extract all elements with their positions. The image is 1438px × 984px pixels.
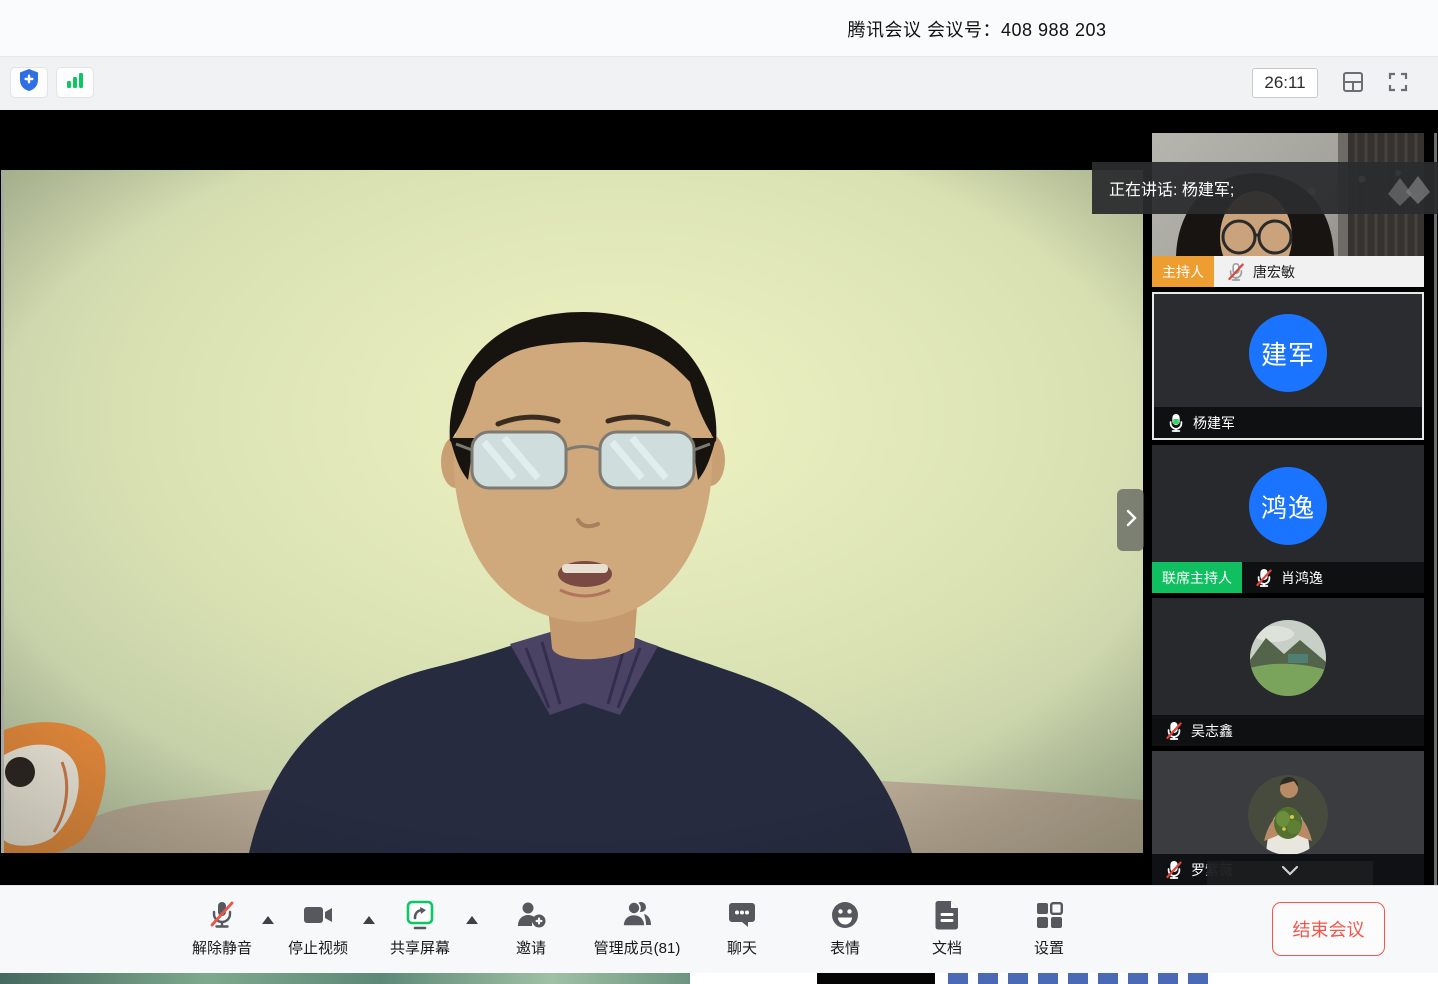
speaking-toast-text: 正在讲话: 杨建军; xyxy=(1109,176,1234,200)
hide-video-list-bar[interactable] xyxy=(1207,861,1373,885)
chevron-down-icon xyxy=(1281,864,1299,882)
mic-muted-icon xyxy=(1164,721,1184,741)
avatar: 建军 xyxy=(1249,314,1327,392)
stop-video-button[interactable]: 停止视频 xyxy=(270,896,366,966)
network-quality-button[interactable] xyxy=(56,67,94,98)
host-badge: 主持人 xyxy=(1152,256,1214,287)
invite-button[interactable]: 邀请 xyxy=(483,896,579,966)
participant-name: 唐宏敏 xyxy=(1253,262,1295,282)
end-meeting-button[interactable]: 结束会议 xyxy=(1272,902,1385,956)
unmute-button[interactable]: 解除静音 xyxy=(174,896,270,966)
invite-icon xyxy=(515,896,547,934)
camera-icon xyxy=(301,896,335,934)
meeting-controls-bar: 解除静音 停止视频 共享屏幕 邀请 管理成员(81) 聊天 xyxy=(0,885,1438,973)
occluded-black-fragment xyxy=(817,973,935,984)
avatar-photo xyxy=(1248,775,1328,855)
participant-tile[interactable]: 鸿逸 联席主持人 肖鸿逸 xyxy=(1152,445,1424,593)
share-options-caret[interactable] xyxy=(466,916,478,924)
layout-icon xyxy=(1341,70,1365,99)
window-titlebar: 腾讯会议 会议号：408 988 203 xyxy=(0,0,1438,56)
sidebar-scrollbar[interactable] xyxy=(1434,133,1437,885)
occluded-window-strip xyxy=(0,973,1438,984)
mic-muted-icon xyxy=(1254,568,1274,588)
mic-muted-icon xyxy=(206,896,238,934)
button-label: 管理成员(81) xyxy=(594,937,681,958)
button-label: 设置 xyxy=(1034,937,1064,958)
participant-name: 吴志鑫 xyxy=(1191,721,1233,741)
speaking-toast: 正在讲话: 杨建军; xyxy=(1092,162,1438,214)
participant-namebar: 联席主持人 肖鸿逸 xyxy=(1152,562,1424,593)
meeting-title: 腾讯会议 会议号：408 988 203 xyxy=(847,16,1106,42)
button-label: 停止视频 xyxy=(288,937,348,958)
documents-button[interactable]: 文档 xyxy=(899,896,995,966)
meeting-topbar: 26:11 xyxy=(0,56,1438,110)
button-label: 邀请 xyxy=(516,937,546,958)
video-stage: 主持人 唐宏敏 建军 杨建军 鸿逸 联席主持人 肖鸿逸 xyxy=(0,110,1438,885)
fullscreen-icon xyxy=(1386,70,1410,99)
main-speaker-illustration xyxy=(4,170,1143,853)
fullscreen-button[interactable] xyxy=(1383,69,1413,99)
chevron-right-icon xyxy=(1125,508,1137,533)
participant-namebar: 主持人 唐宏敏 xyxy=(1152,256,1424,287)
avatar: 鸿逸 xyxy=(1249,467,1327,545)
share-screen-button[interactable]: 共享屏幕 xyxy=(372,896,468,966)
meeting-security-button[interactable] xyxy=(10,67,48,98)
participant-name: 肖鸿逸 xyxy=(1281,568,1323,588)
participant-name: 杨建军 xyxy=(1193,413,1235,433)
chat-button[interactable]: 聊天 xyxy=(694,896,790,966)
avatar-photo xyxy=(1250,620,1326,696)
button-label: 解除静音 xyxy=(192,937,252,958)
participant-namebar: 杨建军 xyxy=(1154,407,1422,438)
button-label: 文档 xyxy=(932,937,962,958)
mic-active-icon xyxy=(1166,413,1186,433)
signal-bars-icon xyxy=(65,70,85,95)
settings-icon xyxy=(1034,896,1064,934)
cohost-badge: 联席主持人 xyxy=(1152,562,1242,593)
chat-icon xyxy=(726,896,758,934)
document-icon xyxy=(932,896,962,934)
emoji-icon xyxy=(829,896,861,934)
meeting-timer: 26:11 xyxy=(1252,68,1318,98)
mic-muted-icon xyxy=(1164,860,1184,880)
share-screen-icon xyxy=(403,896,437,934)
button-label: 共享屏幕 xyxy=(390,937,450,958)
participant-tile-speaking[interactable]: 建军 杨建军 xyxy=(1152,292,1424,440)
layout-switch-button[interactable] xyxy=(1338,69,1368,99)
settings-button[interactable]: 设置 xyxy=(1001,896,1097,966)
shield-plus-icon xyxy=(18,68,40,97)
main-speaker-video xyxy=(4,170,1143,853)
mic-muted-icon xyxy=(1226,262,1246,282)
sidebar-collapse-flap[interactable] xyxy=(1117,489,1144,551)
occluded-video-fragment xyxy=(0,973,690,984)
members-icon xyxy=(620,896,654,934)
button-label: 表情 xyxy=(830,937,860,958)
button-label: 聊天 xyxy=(727,937,757,958)
participant-namebar: 吴志鑫 xyxy=(1152,715,1424,746)
emoji-button[interactable]: 表情 xyxy=(797,896,893,966)
manage-members-button[interactable]: 管理成员(81) xyxy=(582,896,692,966)
occluded-text-fragment xyxy=(948,973,1210,984)
tencent-meeting-logo-icon xyxy=(1386,168,1432,213)
participant-tile[interactable]: 吴志鑫 xyxy=(1152,598,1424,746)
